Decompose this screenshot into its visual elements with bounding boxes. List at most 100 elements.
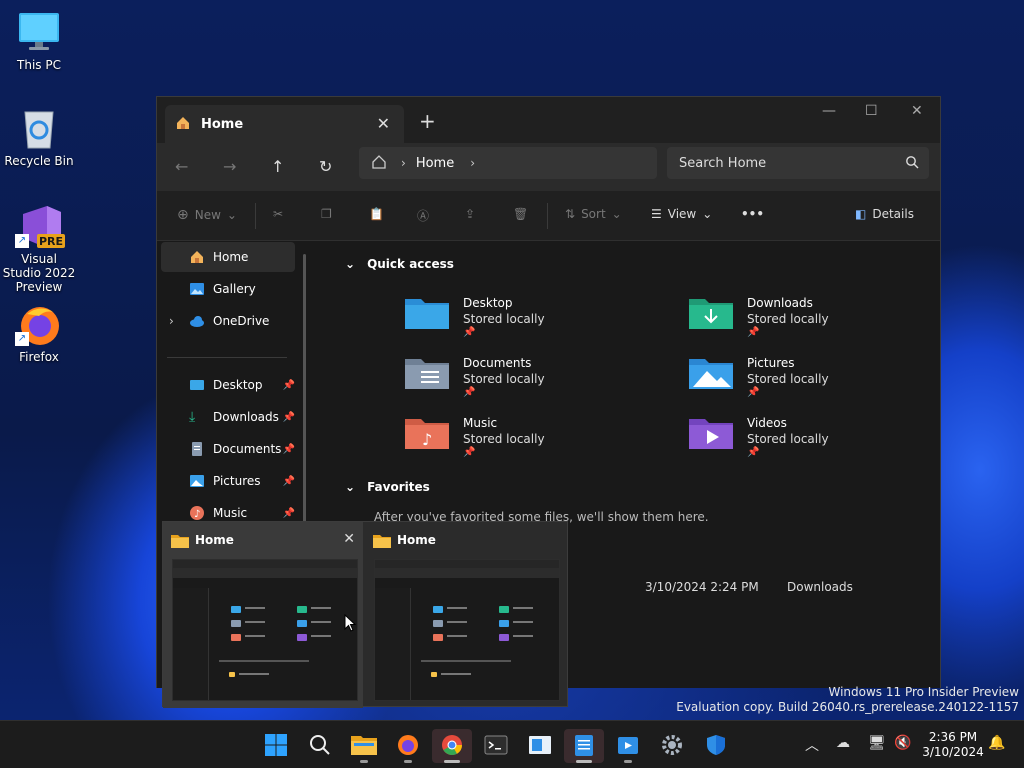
show-hidden-icons-chevron-icon[interactable]: ︿ [805, 735, 819, 755]
taskbar-settings[interactable] [652, 729, 692, 763]
taskbar-thumbnail-popup: Home ✕ Home [162, 521, 568, 708]
nav-item-documents[interactable]: Documents 📌 [161, 434, 295, 464]
item-name: Downloads [747, 296, 813, 310]
nav-scrollbar[interactable] [303, 254, 306, 554]
tab-close-icon[interactable]: ✕ [377, 114, 390, 133]
maximize-icon[interactable]: ☐ [865, 103, 878, 119]
command-bar: ⊕ New ⌄ ✂ ❐ 📋 Ⓐ ⇪ 🗑 ⇅ Sort ⌄ ☰ View ⌄ ••… [157, 191, 940, 241]
search-input[interactable]: Search Home [667, 147, 929, 179]
copy-icon[interactable]: ❐ [321, 207, 332, 221]
forward-arrow-icon[interactable]: → [223, 157, 236, 176]
delete-icon[interactable]: 🗑 [513, 207, 528, 221]
recent-file-date: 3/10/2024 2:24 PM [645, 580, 759, 594]
nav-item-desktop[interactable]: Desktop 📌 [161, 370, 295, 400]
gear-icon [660, 733, 684, 760]
nav-item-pictures[interactable]: Pictures 📌 [161, 466, 295, 496]
nav-item-home[interactable]: Home [161, 242, 295, 272]
pin-icon: 📌 [747, 447, 760, 458]
item-status: Stored locally [747, 312, 829, 326]
view-button[interactable]: ☰ View ⌄ [651, 207, 712, 221]
taskbar-media-player[interactable] [608, 729, 648, 763]
pin-icon: 📌 [463, 327, 476, 338]
favorites-header[interactable]: ⌄ Favorites [345, 480, 430, 494]
address-input[interactable]: › Home › [359, 147, 657, 179]
desktop-icon-firefox[interactable]: ↗ Firefox [1, 302, 77, 364]
tab-bar: Home ✕ + — ☐ ✕ [157, 97, 940, 143]
quick-access-item-videos[interactable]: Videos Stored locally 📌 [689, 415, 829, 458]
refresh-icon[interactable]: ↻ [319, 157, 332, 176]
tab-home[interactable]: Home ✕ [165, 105, 404, 143]
desktop-icon-this-pc[interactable]: This PC [1, 10, 77, 72]
taskbar-file-explorer[interactable] [344, 729, 384, 763]
pin-icon: 📌 [282, 475, 295, 487]
taskbar-search-button[interactable] [300, 729, 340, 763]
firefox-icon [396, 733, 420, 760]
thumbnail-window-1[interactable]: Home ✕ [163, 522, 363, 708]
quick-access-item-documents[interactable]: Documents Stored locally 📌 [405, 355, 545, 398]
nav-item-gallery[interactable]: Gallery [161, 274, 295, 304]
quick-access-header[interactable]: ⌄ Quick access [345, 257, 454, 271]
desktop-icon-label: Firefox [19, 350, 59, 364]
onedrive-offline-icon[interactable]: ☁ [836, 735, 850, 751]
quick-access-item-music[interactable]: ♪ Music Stored locally 📌 [405, 415, 545, 458]
pin-icon: 📌 [282, 507, 295, 519]
cut-icon[interactable]: ✂ [273, 207, 283, 221]
rename-icon[interactable]: Ⓐ [417, 207, 429, 224]
music-folder-icon: ♪ [405, 415, 449, 451]
new-tab-icon[interactable]: + [419, 109, 436, 133]
view-icon: ☰ [651, 207, 662, 221]
home-outline-icon [371, 154, 387, 173]
pin-icon: 📌 [282, 443, 295, 455]
new-button[interactable]: ⊕ New ⌄ [177, 207, 237, 223]
download-icon: ⤓ [189, 409, 196, 425]
network-icon[interactable]: 🖥 [868, 735, 886, 751]
thumbnail-close-icon[interactable]: ✕ [343, 531, 355, 547]
taskbar-terminal[interactable] [476, 729, 516, 763]
svg-text:♪: ♪ [422, 430, 432, 449]
chevron-down-icon: ⌄ [611, 207, 622, 221]
taskbar-windows-security[interactable] [696, 729, 736, 763]
nav-label: Home [213, 250, 249, 264]
videos-folder-icon [689, 415, 733, 451]
quick-access-item-downloads[interactable]: Downloads Stored locally 📌 [689, 295, 829, 338]
nav-item-downloads[interactable]: ⤓ Downloads 📌 [161, 402, 295, 432]
minimize-icon[interactable]: — [822, 103, 836, 119]
desktop-icon-visual-studio[interactable]: PRE ↗ Visual Studio 2022 Preview [1, 204, 77, 294]
taskbar-notepad-app[interactable] [520, 729, 560, 763]
volume-muted-icon[interactable]: 🔇 [894, 735, 911, 751]
documents-icon [189, 441, 205, 457]
running-indicator [444, 760, 460, 763]
divider [547, 203, 548, 229]
close-window-icon[interactable]: ✕ [911, 103, 923, 119]
taskbar-chrome[interactable] [432, 729, 472, 763]
watermark-line: Evaluation copy. Build 26040.rs_prerelea… [676, 700, 1019, 714]
up-arrow-icon[interactable]: ↑ [271, 157, 284, 176]
notification-bell-icon[interactable]: 🔔 [988, 735, 1005, 751]
pre-badge: PRE [39, 235, 64, 248]
window-preview-image [374, 559, 560, 701]
quick-access-item-desktop[interactable]: Desktop Stored locally 📌 [405, 295, 545, 338]
taskbar-firefox[interactable] [388, 729, 428, 763]
taskbar-notepad[interactable] [564, 729, 604, 763]
quick-access-item-pictures[interactable]: Pictures Stored locally 📌 [689, 355, 829, 398]
thumbnail-window-2[interactable]: Home [365, 522, 565, 708]
sort-icon: ⇅ [565, 207, 576, 221]
section-title: Quick access [367, 257, 454, 271]
clock[interactable]: 2:36 PM 3/10/2024 [920, 730, 986, 760]
start-button[interactable] [256, 729, 296, 763]
breadcrumb[interactable]: Home [416, 156, 454, 171]
share-icon[interactable]: ⇪ [465, 207, 475, 221]
pin-icon: 📌 [463, 447, 476, 458]
chevron-right-icon: › [401, 156, 406, 170]
nav-item-onedrive[interactable]: › OneDrive [161, 306, 295, 336]
item-status: Stored locally [463, 372, 545, 386]
desktop-icon-recycle-bin[interactable]: Recycle Bin [1, 106, 77, 168]
sort-button[interactable]: ⇅ Sort ⌄ [565, 207, 622, 221]
details-button[interactable]: ◧ Details [855, 207, 914, 221]
back-arrow-icon[interactable]: ← [175, 157, 188, 176]
more-options-icon[interactable]: ••• [741, 207, 764, 221]
paste-icon[interactable]: 📋 [369, 207, 384, 221]
search-icon [905, 155, 919, 172]
thumbnail-title: Home [195, 533, 234, 547]
terminal-icon [484, 734, 508, 759]
